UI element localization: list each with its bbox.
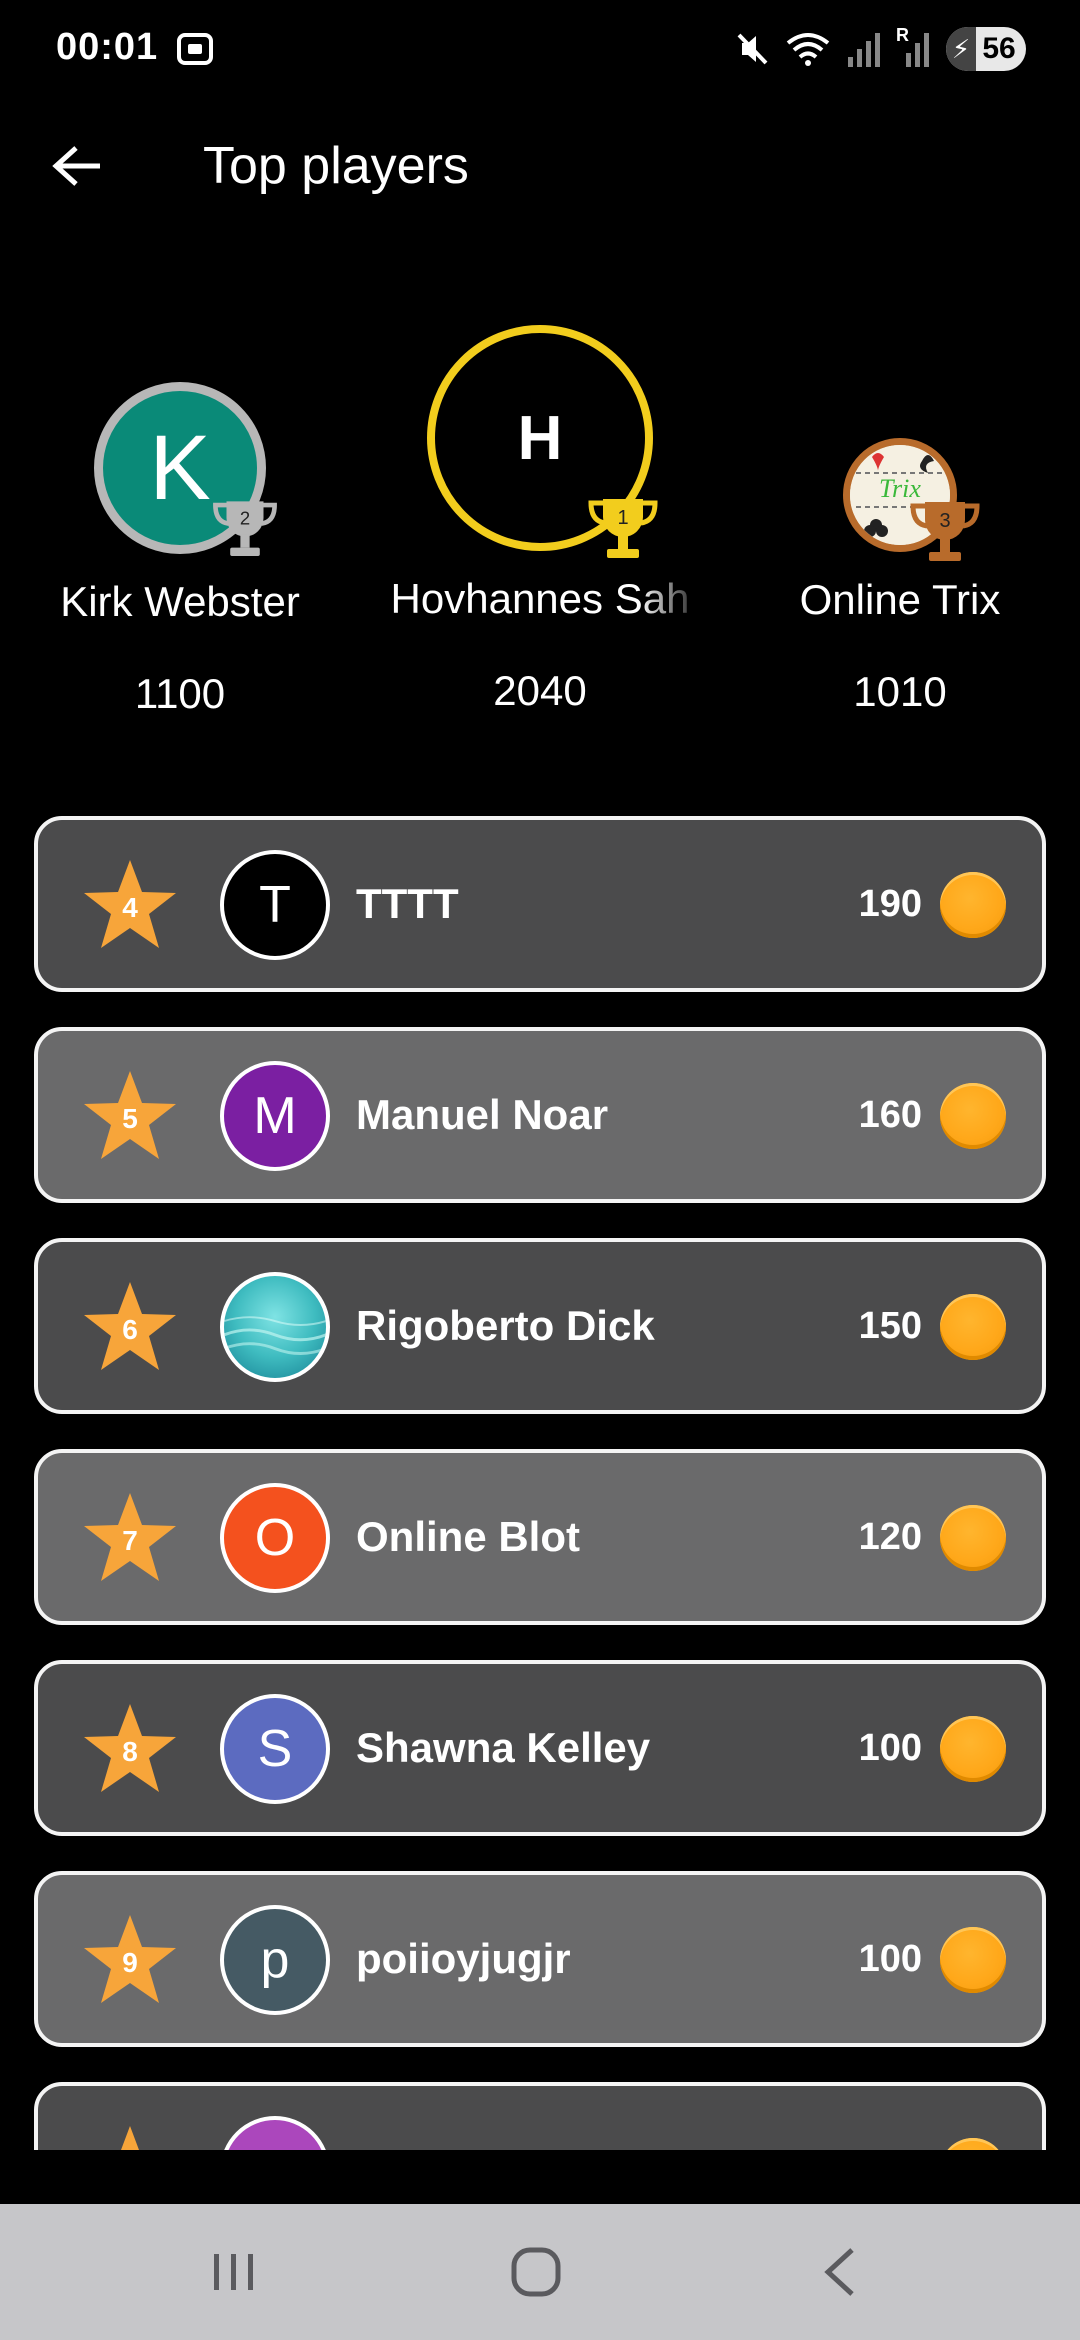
player-score: 190 — [858, 883, 922, 925]
rank-number: 9 — [122, 1947, 138, 1978]
status-icons: R ⚡ 56 — [736, 24, 1026, 74]
trophy-bronze-icon: 3 — [910, 502, 980, 561]
avatar-wrap: Trix 3 — [843, 438, 980, 561]
signal-icon — [848, 33, 880, 67]
player-name: Online Trix — [799, 576, 1001, 623]
podium-third-place[interactable]: Trix 3 Online Trix 1010 — [720, 310, 1080, 716]
player-score: 120 — [858, 1516, 922, 1558]
leaderboard-row[interactable]: 6 Rigoberto Dick 150 — [34, 1238, 1046, 1414]
coin-icon — [940, 1083, 1006, 1149]
leaderboard-row[interactable]: 7 O Online Blot 120 — [34, 1449, 1046, 1625]
player-name: Online Blot — [356, 1513, 580, 1560]
rank-number: 5 — [122, 1103, 138, 1134]
avatar-wrap: H 1 — [427, 325, 658, 558]
battery-indicator: ⚡ 56 — [946, 27, 1026, 71]
avatar-wrap: K 2 — [94, 382, 277, 556]
leaderboard-row[interactable]: 8 S Shawna Kelley 100 — [34, 1660, 1046, 1836]
coin-icon — [940, 1716, 1006, 1782]
player-score: 1100 — [134, 670, 226, 717]
home-icon — [511, 2247, 561, 2297]
signal-roaming: R — [896, 25, 932, 69]
player-score: 150 — [858, 1305, 922, 1347]
player-name: Shawna Kelley — [356, 1724, 651, 1771]
home-button[interactable] — [496, 2242, 576, 2302]
podium: K 2 Kirk Webster 1100 H 1 Hovhannes Sah … — [0, 310, 1080, 750]
recents-button[interactable] — [194, 2242, 274, 2302]
rank-number: 8 — [122, 1736, 138, 1767]
page-title: Top players — [203, 137, 469, 195]
avatar: p — [220, 1905, 330, 2015]
battery-level: 56 — [982, 32, 1016, 65]
player-name: Kirk Webster — [60, 578, 300, 625]
status-time: 00:01 — [56, 26, 159, 68]
screenshot-icon — [177, 33, 213, 65]
app-bar: Top players — [0, 110, 1080, 220]
coin-icon — [940, 1927, 1006, 1993]
player-name: Rigoberto Dick — [356, 1302, 655, 1349]
player-name: TTTT — [356, 880, 459, 927]
player-score: 100 — [858, 1938, 922, 1980]
recents-icon — [214, 2254, 253, 2290]
coin-icon — [940, 1294, 1006, 1360]
trophy-rank: 2 — [240, 508, 250, 529]
player-name: Manuel Noar — [356, 1091, 609, 1138]
sea-photo-icon — [224, 1316, 326, 1355]
player-name: Hovhannes Sah — [390, 575, 690, 622]
podium-second-place[interactable]: K 2 Kirk Webster 1100 — [0, 310, 360, 718]
avatar: O — [220, 1483, 330, 1593]
avatar-photo — [220, 1272, 330, 1382]
system-nav-bar — [0, 2204, 1080, 2340]
trophy-gold-icon: 1 — [588, 499, 658, 558]
player-score: 2040 — [493, 667, 587, 714]
avatar: S — [220, 1694, 330, 1804]
leaderboard-row[interactable]: 10 — [34, 2082, 1046, 2150]
rank-number: 4 — [122, 892, 138, 923]
nav-back-button[interactable] — [800, 2242, 880, 2302]
player-score: 160 — [858, 1094, 922, 1136]
wifi-icon — [786, 33, 830, 66]
trophy-rank: 3 — [939, 510, 950, 532]
leaderboard-row[interactable]: 9 p poiioyjugjr 100 — [34, 1871, 1046, 2047]
chevron-left-icon — [824, 2248, 854, 2296]
trophy-rank: 1 — [617, 507, 628, 529]
rank-number: 10 — [82, 2124, 178, 2150]
back-button[interactable] — [44, 132, 112, 200]
status-bar: 00:01 R ⚡ 56 — [0, 0, 1080, 100]
mute-icon — [737, 33, 768, 65]
avatar — [220, 2116, 330, 2150]
coin-icon — [940, 2138, 1006, 2150]
player-score: 1010 — [853, 668, 947, 715]
leaderboard-row[interactable]: 5 M Manuel Noar 160 — [34, 1027, 1046, 1203]
leaderboard-row[interactable]: 4 T TTTT 190 — [34, 816, 1046, 992]
player-name: poiioyjugjr — [356, 1935, 571, 1982]
rank-number: 7 — [122, 1525, 138, 1556]
avatar: T — [220, 850, 330, 960]
avatar: M — [220, 1061, 330, 1171]
podium-first-place[interactable]: H 1 Hovhannes Sah 2040 — [360, 310, 720, 715]
leaderboard-list[interactable]: 4 T TTTT 190 5 M Manuel Noar 160 6 Rigob… — [0, 812, 1080, 2150]
player-score: 100 — [858, 1727, 922, 1769]
roaming-label: R — [896, 25, 909, 45]
rank-number: 6 — [122, 1314, 138, 1345]
coin-icon — [940, 1505, 1006, 1571]
coin-icon — [940, 872, 1006, 938]
charging-icon: ⚡ — [946, 27, 976, 71]
trophy-silver-icon: 2 — [213, 501, 277, 556]
arrow-left-icon — [52, 146, 100, 186]
